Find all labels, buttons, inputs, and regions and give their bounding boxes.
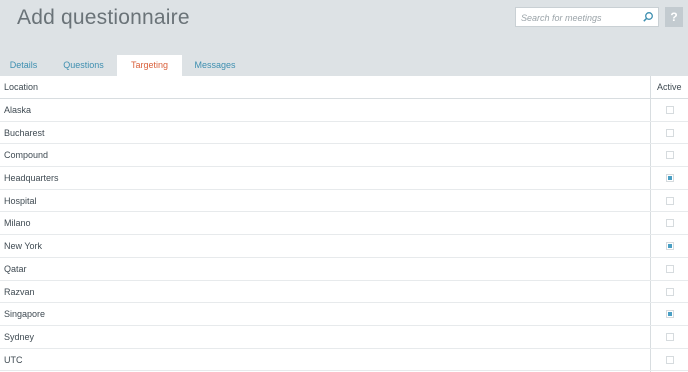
location-label: New York bbox=[4, 241, 43, 252]
tab-details[interactable]: Details bbox=[0, 55, 47, 76]
table-row: Sydney bbox=[0, 326, 688, 349]
location-label: Qatar bbox=[4, 263, 27, 274]
active-checkbox[interactable] bbox=[666, 174, 674, 183]
active-checkbox[interactable] bbox=[666, 151, 674, 160]
table-header: Location Active bbox=[0, 76, 688, 99]
active-checkbox[interactable] bbox=[666, 287, 674, 296]
table-row: Compound bbox=[0, 144, 688, 168]
search-input[interactable] bbox=[521, 10, 639, 25]
location-label: Singapore bbox=[4, 309, 46, 320]
active-checkbox[interactable] bbox=[666, 355, 674, 364]
table-row: Qatar bbox=[0, 258, 688, 281]
tab-messages[interactable]: Messages bbox=[185, 55, 245, 76]
location-label: UTC bbox=[4, 354, 23, 365]
table-row: Razvan bbox=[0, 281, 688, 304]
active-checkbox[interactable] bbox=[666, 219, 674, 228]
active-checkbox[interactable] bbox=[666, 310, 674, 319]
location-label: Bucharest bbox=[4, 127, 45, 138]
location-label: Compound bbox=[4, 150, 49, 161]
location-label: Milano bbox=[4, 218, 31, 229]
location-label: Sydney bbox=[4, 331, 35, 342]
active-checkbox[interactable] bbox=[666, 196, 674, 205]
location-label: Headquarters bbox=[4, 173, 59, 184]
table-row: Headquarters bbox=[0, 167, 688, 190]
page-title: Add questionnaire bbox=[17, 6, 190, 29]
active-checkbox[interactable] bbox=[666, 106, 674, 114]
table-row: Milano bbox=[0, 212, 688, 236]
table-row: Hospital bbox=[0, 190, 688, 213]
help-button[interactable]: ? bbox=[665, 7, 683, 27]
table-row: Alaska bbox=[0, 99, 688, 122]
location-list: Alaska Bucharest Compound Headquarters H… bbox=[0, 99, 688, 372]
active-checkbox[interactable] bbox=[666, 264, 674, 273]
location-label: Hospital bbox=[4, 195, 37, 206]
active-checkbox[interactable] bbox=[666, 242, 674, 251]
search-icon[interactable] bbox=[642, 11, 654, 23]
table-row: Singapore bbox=[0, 303, 688, 326]
table-row: Bucharest bbox=[0, 122, 688, 145]
table-row: New York bbox=[0, 235, 688, 258]
tab-bar: Details Questions Targeting Messages bbox=[0, 53, 688, 76]
column-header-location[interactable]: Location bbox=[4, 82, 38, 92]
column-header-active[interactable]: Active bbox=[657, 82, 682, 92]
active-checkbox[interactable] bbox=[666, 128, 674, 137]
location-label: Alaska bbox=[4, 105, 32, 115]
table-row: UTC bbox=[0, 349, 688, 372]
location-label: Razvan bbox=[4, 286, 35, 297]
search-box[interactable] bbox=[515, 7, 659, 27]
page-header: Add questionnaire ? bbox=[0, 0, 688, 53]
active-checkbox[interactable] bbox=[666, 332, 674, 341]
tab-questions[interactable]: Questions bbox=[52, 55, 115, 76]
tab-targeting[interactable]: Targeting bbox=[117, 55, 182, 76]
